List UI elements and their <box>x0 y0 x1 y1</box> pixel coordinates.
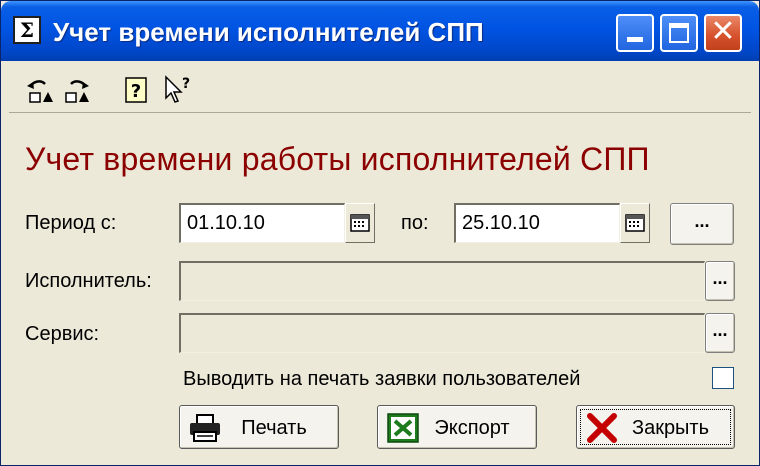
period-to-label: по: <box>401 212 429 234</box>
undo-icon <box>27 80 53 103</box>
print-button[interactable]: Печать <box>179 405 339 449</box>
svg-text:?: ? <box>131 81 141 102</box>
title-bar[interactable]: Σ Учет времени исполнителей СПП ✕ <box>1 1 759 61</box>
minimize-button[interactable] <box>616 14 654 52</box>
form-heading: Учет времени работы исполнителей СПП <box>25 141 650 177</box>
close-icon: ✕ <box>710 14 736 49</box>
export-button-label: Экспорт <box>434 417 510 439</box>
close-window-button[interactable]: ✕ <box>704 14 742 52</box>
undo-button[interactable] <box>23 73 57 107</box>
help-icon: ? <box>125 77 147 103</box>
print-requests-checkbox[interactable] <box>712 367 734 389</box>
period-from-label: Период с: <box>25 212 117 234</box>
close-button-label: Закрыть <box>631 417 710 439</box>
whats-this-help-icon: ? <box>165 75 190 103</box>
toolbar: ? ? <box>9 67 751 113</box>
period-select-button[interactable]: ... <box>670 203 734 245</box>
redo-icon <box>65 80 89 103</box>
service-input[interactable] <box>179 313 705 353</box>
window-title: Учет времени исполнителей СПП <box>53 17 484 47</box>
maximize-icon <box>669 23 689 43</box>
minimize-icon <box>627 37 643 42</box>
print-requests-label: Выводить на печать заявки пользователей <box>183 368 581 390</box>
service-browse-button[interactable]: ... <box>705 313 735 353</box>
executor-input[interactable] <box>179 261 705 301</box>
close-button[interactable]: Закрыть <box>576 405 735 449</box>
redo-button[interactable] <box>59 73 93 107</box>
maximize-button[interactable] <box>660 14 698 52</box>
period-from-calendar-button[interactable] <box>345 203 375 243</box>
print-button-label: Печать <box>241 417 307 439</box>
executor-label: Исполнитель: <box>25 270 152 292</box>
whats-this-button[interactable]: ? <box>161 73 195 107</box>
svg-text:?: ? <box>182 76 190 92</box>
service-label: Сервис: <box>25 323 100 345</box>
calendar-icon <box>350 214 370 232</box>
help-button[interactable]: ? <box>119 73 153 107</box>
executor-browse-button[interactable]: ... <box>705 261 735 301</box>
dialog-window: Σ Учет времени исполнителей СПП ✕ ? ? Уч… <box>0 0 760 466</box>
period-from-date-input[interactable]: 01.10.10 <box>179 203 345 243</box>
export-button[interactable]: Экспорт <box>377 405 537 449</box>
period-to-date-input[interactable]: 25.10.10 <box>454 203 620 243</box>
period-to-calendar-button[interactable] <box>620 203 650 243</box>
sigma-app-icon[interactable]: Σ <box>13 16 41 44</box>
calendar-icon <box>625 214 645 232</box>
